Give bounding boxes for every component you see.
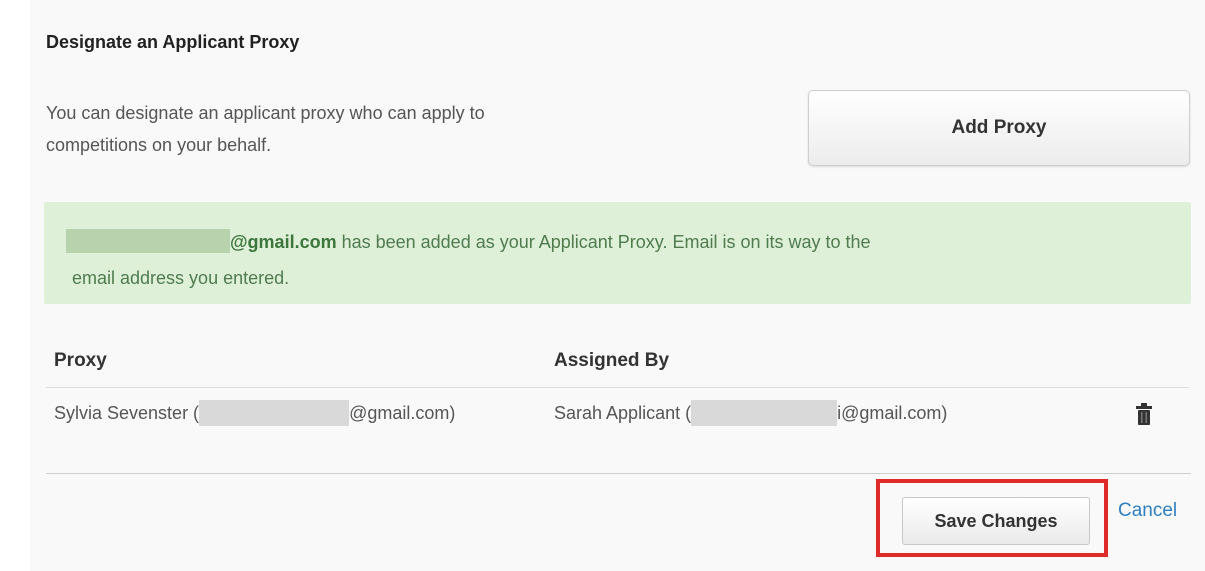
redacted-assigned-email — [691, 400, 838, 426]
section-title: Designate an Applicant Proxy — [46, 32, 300, 52]
column-header-proxy: Proxy — [54, 350, 107, 371]
description-line-1: You can designate an applicant proxy who… — [46, 103, 485, 123]
column-header-assigned-by: Assigned By — [554, 350, 670, 371]
trash-icon[interactable] — [1136, 403, 1152, 425]
add-proxy-button[interactable]: Add Proxy — [808, 90, 1190, 166]
proxy-panel: Designate an Applicant Proxy You can des… — [30, 0, 1205, 571]
assigned-email-suffix: i@gmail.com) — [837, 403, 948, 423]
proxy-cell: Sylvia Sevenster ( @gmail.com) — [54, 400, 455, 426]
description-line-2: competitions on your behalf. — [46, 135, 272, 155]
footer-divider — [46, 473, 1191, 474]
alert-message-rest: has been added as your Applicant Proxy. … — [336, 232, 871, 252]
proxy-name: Sylvia Sevenster ( — [54, 403, 200, 423]
cancel-link[interactable]: Cancel — [1118, 500, 1177, 522]
section-description: You can designate an applicant proxy who… — [46, 97, 646, 161]
success-alert: @gmail.com has been added as your Applic… — [44, 202, 1191, 304]
alert-line-1: @gmail.com has been added as your Applic… — [66, 224, 1172, 260]
alert-message: @gmail.com has been added as your Applic… — [66, 224, 1172, 296]
proxy-email-suffix: @gmail.com) — [349, 403, 456, 423]
assigned-by-name: Sarah Applicant ( — [554, 403, 692, 423]
save-changes-button[interactable]: Save Changes — [902, 497, 1090, 545]
redacted-email-prefix — [66, 229, 230, 253]
header-divider — [46, 387, 1189, 388]
redacted-proxy-email — [199, 400, 350, 426]
assigned-by-cell: Sarah Applicant ( i@gmail.com) — [554, 400, 947, 426]
alert-email-suffix: @gmail.com — [230, 232, 337, 252]
alert-line-2: email address you entered. — [72, 268, 290, 288]
